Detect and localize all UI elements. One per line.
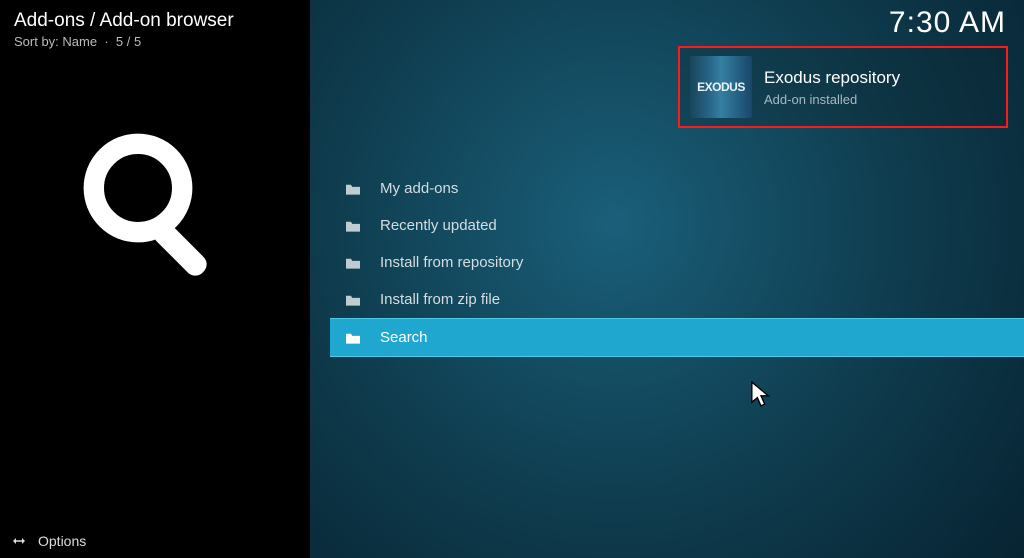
menu-item-search[interactable]: Search bbox=[330, 318, 1024, 357]
notification-thumb-text: EXODUS bbox=[697, 80, 745, 94]
menu-item-label: Search bbox=[380, 329, 428, 346]
cursor-icon bbox=[750, 380, 772, 408]
menu-item-label: My add-ons bbox=[380, 180, 458, 197]
notification-thumb: EXODUS bbox=[690, 56, 752, 118]
options-button[interactable]: Options bbox=[10, 532, 86, 550]
breadcrumb: Add-ons / Add-on browser bbox=[0, 0, 310, 32]
folder-icon bbox=[344, 293, 362, 307]
menu-item-label: Recently updated bbox=[380, 217, 497, 234]
folder-icon bbox=[344, 182, 362, 196]
folder-icon bbox=[344, 331, 362, 345]
folder-icon bbox=[344, 256, 362, 270]
search-icon bbox=[70, 120, 240, 290]
menu-item-my-addons[interactable]: My add-ons bbox=[330, 170, 1024, 207]
menu-item-label: Install from repository bbox=[380, 254, 523, 271]
menu-item-recently-updated[interactable]: Recently updated bbox=[330, 207, 1024, 244]
menu-item-label: Install from zip file bbox=[380, 291, 500, 308]
sidebar: Add-ons / Add-on browser Sort by: Name ·… bbox=[0, 0, 310, 558]
notification-title: Exodus repository bbox=[764, 68, 900, 88]
clock: 7:30 AM bbox=[889, 6, 1006, 40]
sort-label: Sort by: Name bbox=[14, 34, 97, 49]
notification-subtitle: Add-on installed bbox=[764, 92, 900, 107]
sort-sep: · bbox=[104, 34, 108, 49]
notification-toast: EXODUS Exodus repository Add-on installe… bbox=[678, 46, 1008, 128]
notification-text: Exodus repository Add-on installed bbox=[764, 68, 900, 107]
menu-item-install-from-repository[interactable]: Install from repository bbox=[330, 244, 1024, 281]
folder-icon bbox=[344, 219, 362, 233]
addon-menu: My add-ons Recently updated Install from… bbox=[330, 170, 1024, 357]
options-label: Options bbox=[38, 533, 86, 549]
options-icon bbox=[10, 532, 28, 550]
menu-item-install-from-zip[interactable]: Install from zip file bbox=[330, 281, 1024, 318]
count-label: 5 / 5 bbox=[116, 34, 141, 49]
sort-line: Sort by: Name · 5 / 5 bbox=[0, 32, 310, 49]
